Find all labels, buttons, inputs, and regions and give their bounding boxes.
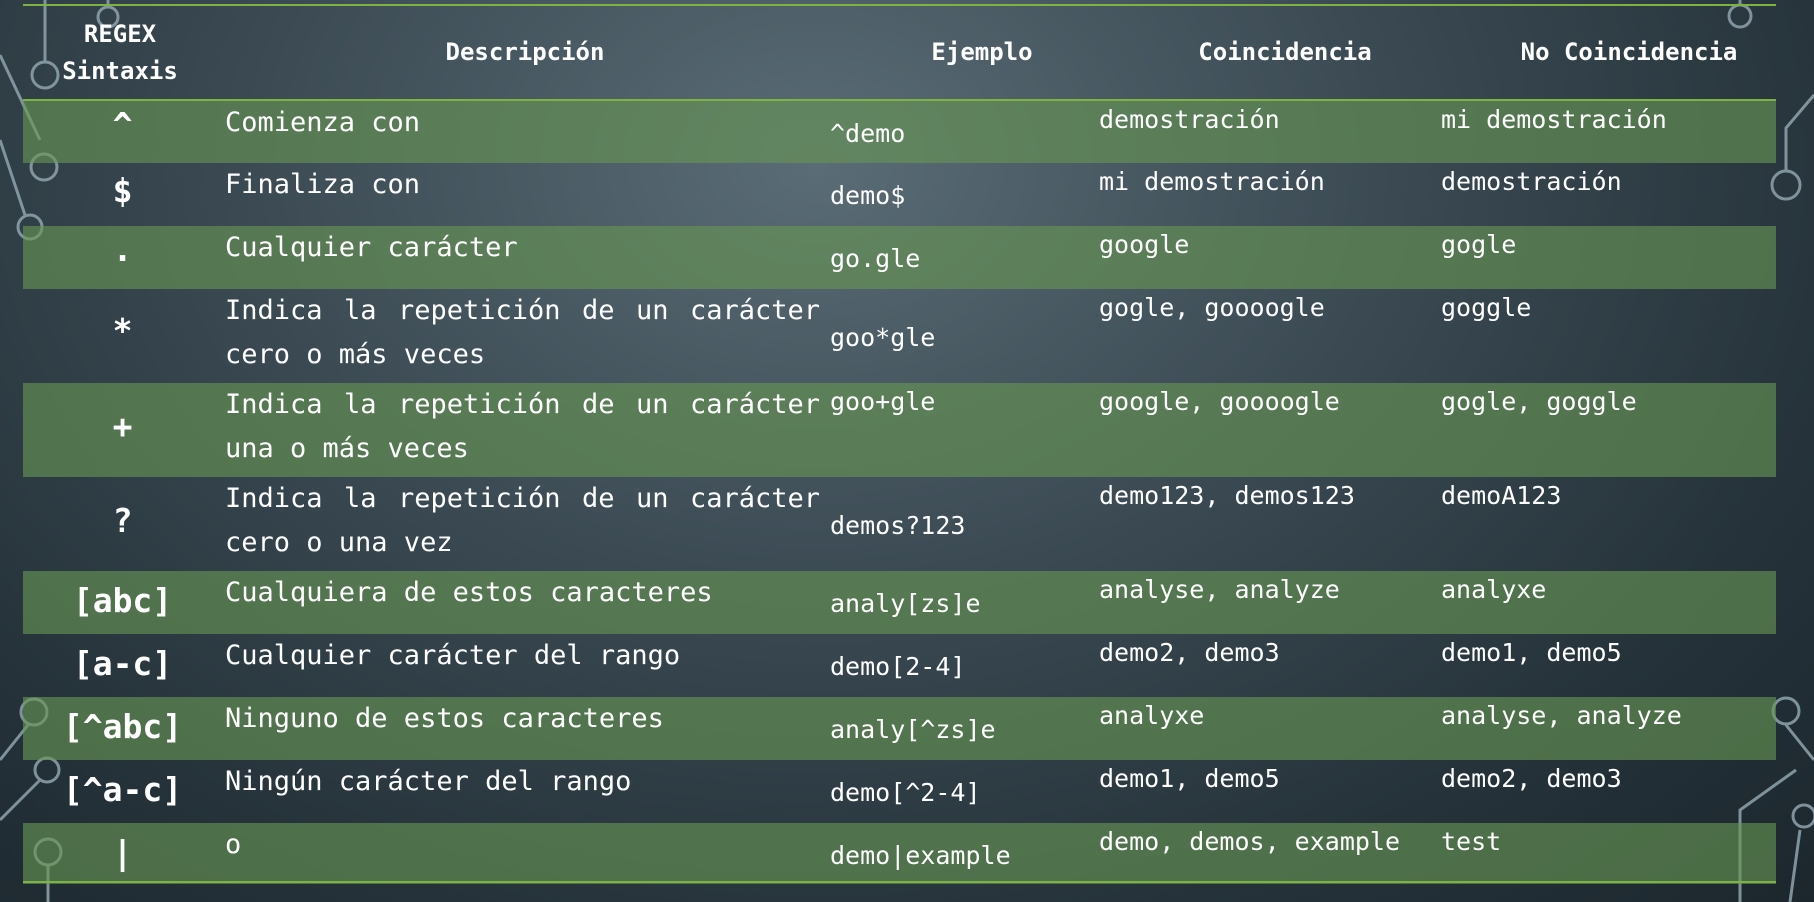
no-match-cell: test [1441, 827, 1502, 856]
example-cell: goo+gle [830, 387, 936, 416]
match-cell: analyxe [1099, 701, 1205, 730]
table-row: [abc] Cualquiera de estos caracteres ana… [23, 571, 1776, 634]
table-row: $ Finaliza con demo$ mi demostración dem… [23, 163, 1776, 226]
no-match-cell: analyse, analyze [1441, 701, 1682, 730]
example-cell: ^demo [830, 119, 906, 148]
description-cell: Finaliza con [225, 169, 421, 200]
table-row: [^a-c] Ningún carácter del rango demo[^2… [23, 760, 1776, 823]
description-cell: Indica la repetición de un carácter cero… [225, 483, 820, 558]
no-match-cell: gogle [1441, 230, 1517, 259]
example-cell: demo[2-4] [830, 652, 966, 681]
example-cell: go.gle [830, 244, 921, 273]
match-cell: demo1, demo5 [1099, 764, 1280, 793]
match-cell: demo, demos, example [1099, 827, 1401, 856]
header-example: Ejemplo [931, 38, 1033, 66]
table-row: + Indica la repetición de un carácter un… [23, 383, 1776, 477]
syntax-cell: ? [112, 501, 133, 540]
description-cell: Indica la repetición de un carácter cero… [225, 295, 820, 370]
match-cell: google, goooogle [1099, 387, 1340, 416]
description-cell: o [225, 829, 242, 860]
header-syntax: REGEX Sintaxis [62, 20, 178, 85]
table-row: * Indica la repetición de un carácter ce… [23, 289, 1776, 383]
syntax-cell: [a-c] [72, 644, 173, 683]
example-cell: demo$ [830, 181, 906, 210]
table-row: [a-c] Cualquier carácter del rango demo[… [23, 634, 1776, 697]
example-cell: demo[^2-4] [830, 778, 981, 807]
match-cell: demo2, demo3 [1099, 638, 1280, 667]
syntax-cell: [^abc] [62, 707, 183, 746]
no-match-cell: mi demostración [1441, 105, 1667, 134]
example-cell: demos?123 [830, 511, 966, 540]
no-match-cell: goggle [1441, 293, 1532, 322]
syntax-cell: $ [112, 171, 133, 210]
description-cell: Indica la repetición de un carácter una … [225, 389, 820, 464]
no-match-cell: demoA123 [1441, 481, 1562, 510]
no-match-cell: gogle, goggle [1441, 387, 1637, 416]
description-cell: Cualquier carácter [225, 232, 518, 263]
header-match: Coincidencia [1198, 38, 1372, 66]
description-cell: Comienza con [225, 107, 421, 138]
syntax-cell: [^a-c] [62, 770, 183, 809]
description-cell: Ningún carácter del rango [225, 766, 632, 797]
description-cell: Cualquier carácter del rango [225, 640, 681, 671]
header-description: Descripción [445, 38, 605, 66]
description-cell: Ninguno de estos caracteres [225, 703, 664, 734]
syntax-cell: [abc] [72, 581, 173, 620]
table-row: . Cualquier carácter go.gle google gogle [23, 226, 1776, 289]
match-cell: analyse, analyze [1099, 575, 1340, 604]
match-cell: gogle, goooogle [1099, 293, 1325, 322]
description-cell: Cualquiera de estos caracteres [225, 577, 713, 608]
syntax-cell: | [112, 833, 133, 872]
example-cell: demo|example [830, 841, 1011, 870]
table-header: REGEX Sintaxis Descripción Ejemplo Coinc… [23, 4, 1776, 99]
header-no-match: No Coincidencia [1520, 38, 1738, 66]
match-cell: demostración [1099, 105, 1280, 134]
syntax-cell: . [112, 230, 133, 269]
example-cell: analy[zs]e [830, 589, 981, 618]
syntax-cell: + [112, 407, 133, 446]
example-cell: analy[^zs]e [830, 715, 996, 744]
table-row: | o demo|example demo, demos, example te… [23, 823, 1776, 884]
no-match-cell: analyxe [1441, 575, 1547, 604]
match-cell: google [1099, 230, 1190, 259]
syntax-cell: * [112, 311, 133, 350]
no-match-cell: demo2, demo3 [1441, 764, 1622, 793]
no-match-cell: demo1, demo5 [1441, 638, 1622, 667]
bottom-rule [23, 881, 1776, 883]
syntax-cell: ^ [112, 105, 133, 144]
example-cell: goo*gle [830, 323, 936, 352]
table-row: ? Indica la repetición de un carácter ce… [23, 477, 1776, 571]
table-row: [^abc] Ninguno de estos caracteres analy… [23, 697, 1776, 760]
match-cell: demo123, demos123 [1099, 481, 1355, 510]
regex-table: REGEX Sintaxis Descripción Ejemplo Coinc… [23, 4, 1776, 884]
table-row: ^ Comienza con ^demo demostración mi dem… [23, 101, 1776, 163]
no-match-cell: demostración [1441, 167, 1622, 196]
match-cell: mi demostración [1099, 167, 1325, 196]
